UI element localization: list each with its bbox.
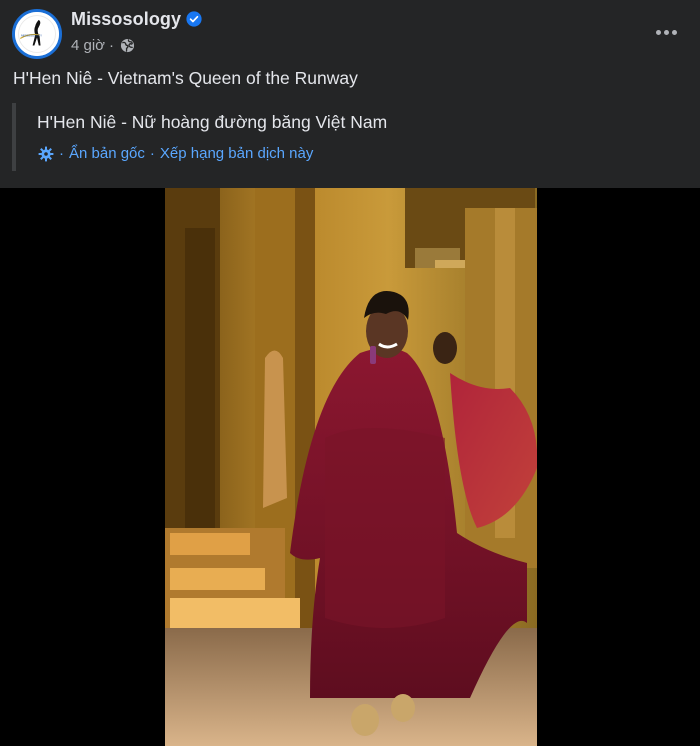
runway-video-image <box>165 188 537 746</box>
svg-text:MISSOSOLOGY: MISSOSOLOGY <box>21 34 42 38</box>
translation-controls: · Ẩn bản gốc · Xếp hạng bản dịch này <box>38 145 313 162</box>
translated-caption: H'Hen Niê - Nữ hoàng đường băng Việt Nam <box>37 112 388 132</box>
verified-badge-icon <box>186 11 202 27</box>
post-caption: H'Hen Niê - Vietnam's Queen of the Runwa… <box>13 68 358 88</box>
post-meta: 4 giờ · <box>71 36 135 54</box>
meta-separator: · <box>109 36 115 54</box>
page-avatar[interactable]: MISSOSOLOGY <box>12 9 62 59</box>
more-dot <box>663 29 669 35</box>
hide-original-link[interactable]: Ẩn bản gốc <box>69 145 145 162</box>
facebook-post: MISSOSOLOGY Missosology 4 giờ · H'Hen Ni… <box>0 0 700 746</box>
rate-translation-link[interactable]: Xếp hạng bản dịch này <box>160 145 313 162</box>
missosology-logo: MISSOSOLOGY <box>15 12 59 56</box>
link-separator: · <box>149 145 155 162</box>
video-player[interactable] <box>0 188 700 746</box>
more-options-icon[interactable] <box>654 20 678 44</box>
link-separator: · <box>59 145 64 162</box>
post-header: MISSOSOLOGY Missosology 4 giờ · <box>0 0 700 68</box>
post-timestamp[interactable]: 4 giờ <box>71 37 105 54</box>
video-frame[interactable] <box>165 188 537 746</box>
globe-icon[interactable] <box>120 38 135 53</box>
more-dot <box>655 29 661 35</box>
translation-block: H'Hen Niê - Nữ hoàng đường băng Việt Nam… <box>12 103 652 171</box>
gear-icon <box>38 146 54 161</box>
more-dot <box>671 29 677 35</box>
page-name[interactable]: Missosology <box>71 9 181 30</box>
